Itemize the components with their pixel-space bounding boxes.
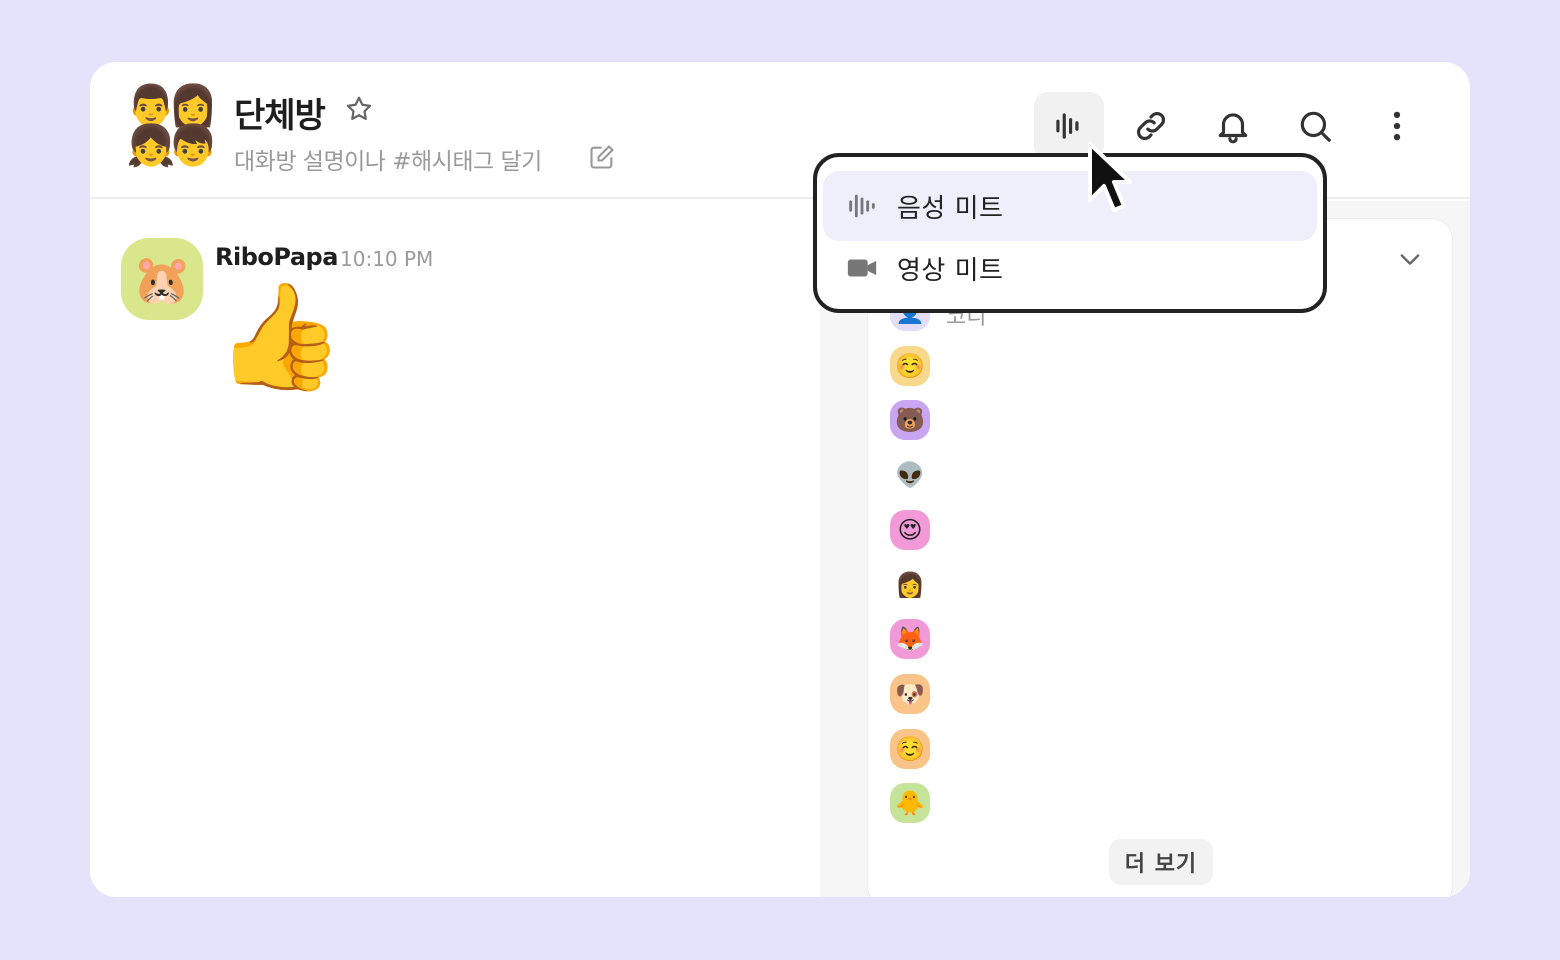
member-avatar[interactable]: 🐥: [890, 783, 930, 824]
member-avatar[interactable]: 🦊: [890, 619, 930, 660]
menu-item-label: 음성 미트: [897, 193, 1004, 224]
chevron-down-icon[interactable]: [1396, 245, 1424, 273]
member-avatar[interactable]: 👽: [890, 455, 930, 496]
video-camera-icon: [847, 259, 877, 277]
menu-item-label: 영상 미트: [897, 255, 1004, 286]
member-avatar[interactable]: 😍: [890, 509, 930, 550]
mouse-pointer-icon: [1088, 142, 1132, 212]
voice-wave-icon: [849, 194, 875, 218]
room-title: 단체방: [234, 96, 326, 136]
search-button[interactable]: [1280, 92, 1350, 160]
member-avatar[interactable]: 👩: [890, 564, 930, 605]
message-author[interactable]: RiboPapa: [215, 243, 338, 271]
voice-meet-icon: [1056, 113, 1079, 139]
message-time: 10:10 PM: [340, 247, 434, 271]
notification-button[interactable]: [1198, 92, 1268, 160]
member-avatar[interactable]: 🐻: [890, 400, 930, 441]
meet-menu: 음성 미트 영상 미트: [813, 153, 1327, 313]
room-avatar[interactable]: 👨 👩 👧 👦: [126, 84, 218, 172]
show-more-button[interactable]: 더 보기: [1109, 839, 1213, 885]
search-icon: [1300, 111, 1331, 142]
link-icon: [1137, 112, 1165, 140]
message-content-emoji[interactable]: 👍: [215, 276, 345, 396]
avatar-woman: 👩: [168, 83, 218, 129]
message-avatar[interactable]: 🐹: [121, 238, 203, 320]
star-icon[interactable]: [344, 94, 374, 124]
member-avatar[interactable]: 🐶: [890, 673, 930, 714]
menu-item-video-meet[interactable]: 영상 미트: [823, 233, 1317, 303]
member-avatar[interactable]: ☺️: [890, 728, 930, 769]
members-card: 코디 👤☺️🐻👽😍👩🦊🐶☺️🐥 더 보기: [867, 218, 1453, 897]
member-avatar[interactable]: ☺️: [890, 345, 930, 386]
edit-icon[interactable]: [588, 143, 616, 171]
bell-icon: [1218, 113, 1248, 144]
more-options-button[interactable]: [1362, 92, 1432, 160]
room-description[interactable]: 대화방 설명이나 #해시태그 달기: [234, 142, 542, 176]
menu-item-voice-meet[interactable]: 음성 미트: [823, 171, 1317, 241]
more-vertical-icon: [1393, 111, 1401, 141]
avatar-boy: 👦: [168, 123, 218, 169]
message-area: 🐹 RiboPapa 10:10 PM 👍: [90, 201, 820, 897]
